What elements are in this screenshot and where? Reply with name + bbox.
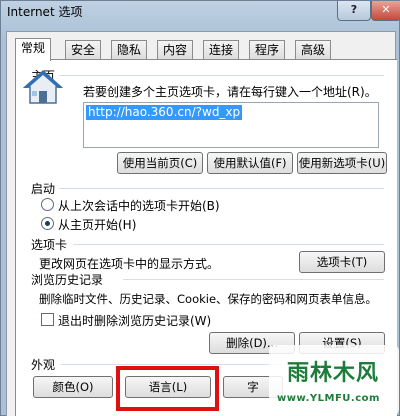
tab-content[interactable]: 内容 — [157, 40, 194, 60]
watermark-title: 雨林木风 — [287, 361, 380, 386]
help-button[interactable]: ? — [337, 1, 371, 21]
internet-options-window: Internet 选项 ? ✕ 常规 安全 隐私 内容 连接 程序 高级 主页 … — [0, 0, 400, 416]
homepage-instruction: 若要创建多个主页选项卡，请在每行键入一个地址(R)。 — [83, 85, 377, 99]
use-new-tab-button[interactable]: 使用新选项卡(U) — [297, 152, 387, 174]
language-highlight-box — [116, 366, 219, 411]
homepage-address-textarea[interactable]: http://hao.360.cn/?wd_xp — [83, 102, 379, 148]
tabs-section-title: 选项卡 — [31, 238, 68, 252]
startup-last-session-label: 从上次会话中的选项卡开始(B) — [58, 199, 220, 213]
history-section-title: 浏览历史记录 — [31, 273, 104, 287]
tabs-description: 更改网页在选项卡中的显示方式。 — [39, 257, 220, 271]
site-watermark: 雨林木风 www.YLMFU.com — [269, 345, 399, 415]
tabs-divider — [73, 244, 384, 245]
homepage-url-text: http://hao.360.cn/?wd_xp — [86, 105, 243, 120]
homepage-divider — [59, 75, 384, 76]
startup-section-title: 启动 — [31, 182, 56, 196]
delete-on-exit-checkbox[interactable] — [41, 313, 54, 326]
tab-advanced[interactable]: 高级 — [295, 40, 332, 60]
tabs-settings-button[interactable]: 选项卡(T) — [299, 251, 385, 273]
tab-connections[interactable]: 连接 — [203, 40, 240, 60]
startup-homepage-radio[interactable] — [41, 217, 54, 230]
use-default-button[interactable]: 使用默认值(F) — [207, 152, 293, 174]
watermark-url: www.YLMFU.com — [277, 393, 380, 404]
close-button[interactable]: ✕ — [371, 1, 400, 21]
tab-security[interactable]: 安全 — [65, 40, 102, 60]
history-divider — [123, 279, 384, 280]
tab-programs[interactable]: 程序 — [249, 40, 286, 60]
appearance-section-title: 外观 — [31, 358, 56, 372]
tab-general[interactable]: 常规 — [15, 38, 52, 61]
tab-privacy[interactable]: 隐私 — [111, 40, 148, 60]
history-description: 删除临时文件、历史记录、Cookie、保存的密码和网页表单信息。 — [39, 292, 378, 306]
startup-divider — [59, 188, 384, 189]
delete-on-exit-label: 退出时删除浏览历史记录(W) — [58, 314, 212, 328]
startup-last-session-radio[interactable] — [41, 198, 54, 211]
home-icon — [23, 69, 63, 104]
startup-homepage-label: 从主页开始(H) — [58, 218, 137, 232]
colors-button[interactable]: 颜色(O) — [33, 376, 113, 398]
use-current-button[interactable]: 使用当前页(C) — [117, 152, 203, 174]
window-title: Internet 选项 — [7, 5, 83, 19]
